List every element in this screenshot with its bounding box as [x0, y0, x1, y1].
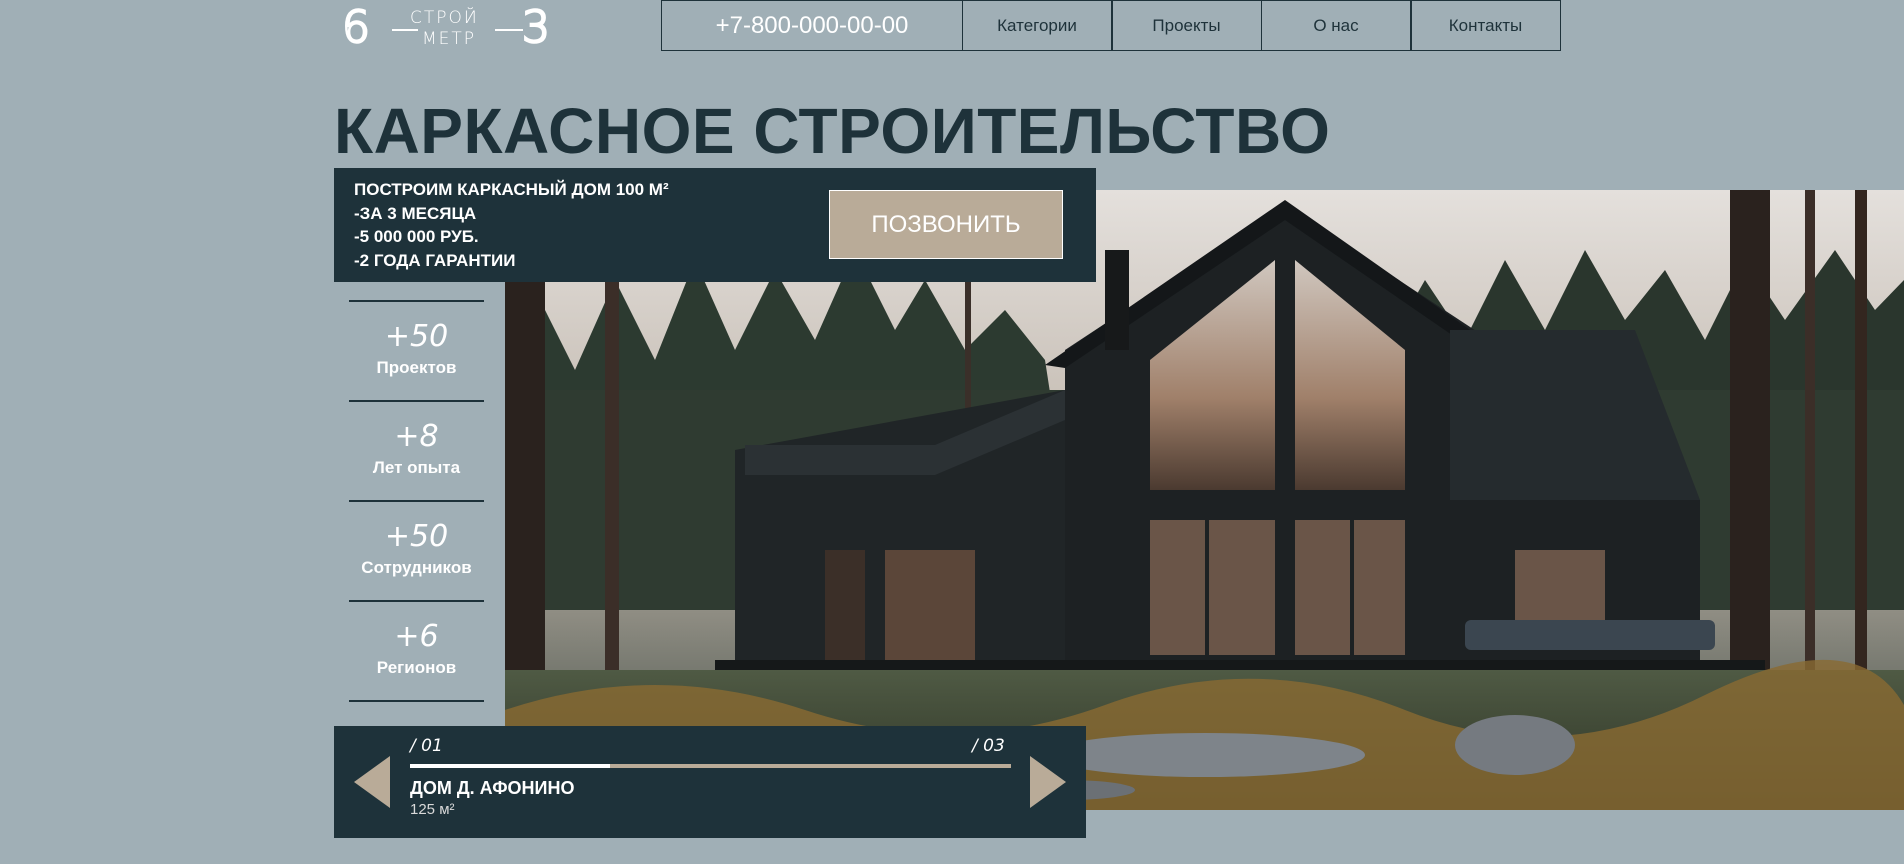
nav-about[interactable]: О нас: [1260, 0, 1412, 51]
stat-value: +50: [384, 319, 449, 354]
project-name: ДОМ Д. АФОНИНО: [410, 778, 575, 798]
promo-line: -5 000 000 РУБ.: [354, 227, 479, 246]
stat-value: +50: [384, 519, 449, 554]
slide-total: / 03: [972, 736, 1005, 756]
stats-column: +50 Проектов +8 Лет опыта +50 Сотруднико…: [349, 300, 484, 702]
slide-progress-fill: [410, 764, 611, 768]
slide-current: / 01: [410, 736, 443, 756]
hero-house-image: [505, 190, 1904, 810]
slide-progress: [410, 764, 1011, 768]
stat-value: +6: [394, 619, 439, 654]
stat-label: Лет опыта: [372, 458, 461, 477]
stat-value: +8: [394, 419, 439, 454]
logo-word-top: СТРОЙ: [410, 8, 479, 28]
call-button[interactable]: ПОЗВОНИТЬ: [829, 190, 1063, 259]
nav-contacts[interactable]: Контакты: [1410, 0, 1561, 51]
project-slider: / 01 / 03 ДОМ Д. АФОНИНО 125 м²: [334, 726, 1086, 838]
nav-categories[interactable]: Категории: [961, 0, 1113, 51]
stat-experience: +8 Лет опыта: [349, 402, 484, 500]
promo-line: -ЗА 3 МЕСЯЦА: [354, 203, 477, 223]
divider: [349, 700, 484, 702]
stat-employees: +50 Сотрудников: [349, 502, 484, 600]
logo-word-bottom: МЕТР: [422, 29, 477, 49]
project-area: 125 м²: [410, 801, 455, 818]
stat-label: Регионов: [376, 658, 457, 677]
promo-box: ПОСТРОИМ КАРКАСНЫЙ ДОМ 100 М² -ЗА 3 МЕСЯ…: [334, 168, 1096, 282]
stat-label: Сотрудников: [361, 558, 472, 577]
stat-regions: +6 Регионов: [349, 602, 484, 700]
stat-label: Проектов: [376, 358, 457, 377]
promo-line: -2 ГОДА ГАРАНТИИ: [354, 250, 516, 270]
nav-projects[interactable]: Проекты: [1111, 0, 1262, 51]
promo-text: ПОСТРОИМ КАРКАСНЫЙ ДОМ 100 М² -ЗА 3 МЕСЯ…: [354, 178, 669, 272]
page-title: КАРКАСНОЕ СТРОИТЕЛЬСТВО: [334, 95, 1331, 167]
logo-line: [495, 29, 523, 31]
triangle-left-icon[interactable]: [354, 756, 390, 808]
logo-right-digit: 3: [521, 2, 552, 53]
triangle-right-icon[interactable]: [1030, 756, 1066, 808]
phone-link[interactable]: +7-800-000-00-00: [661, 0, 963, 51]
logo-left-digit: 6: [341, 2, 372, 53]
top-nav: +7-800-000-00-00 Категории Проекты О нас…: [661, 0, 1561, 51]
logo[interactable]: 6 СТРОЙ МЕТР 3: [340, 2, 590, 53]
logo-line: [392, 29, 418, 31]
stat-projects: +50 Проектов: [349, 302, 484, 400]
promo-line: ПОСТРОИМ КАРКАСНЫЙ ДОМ 100 М²: [354, 180, 669, 199]
